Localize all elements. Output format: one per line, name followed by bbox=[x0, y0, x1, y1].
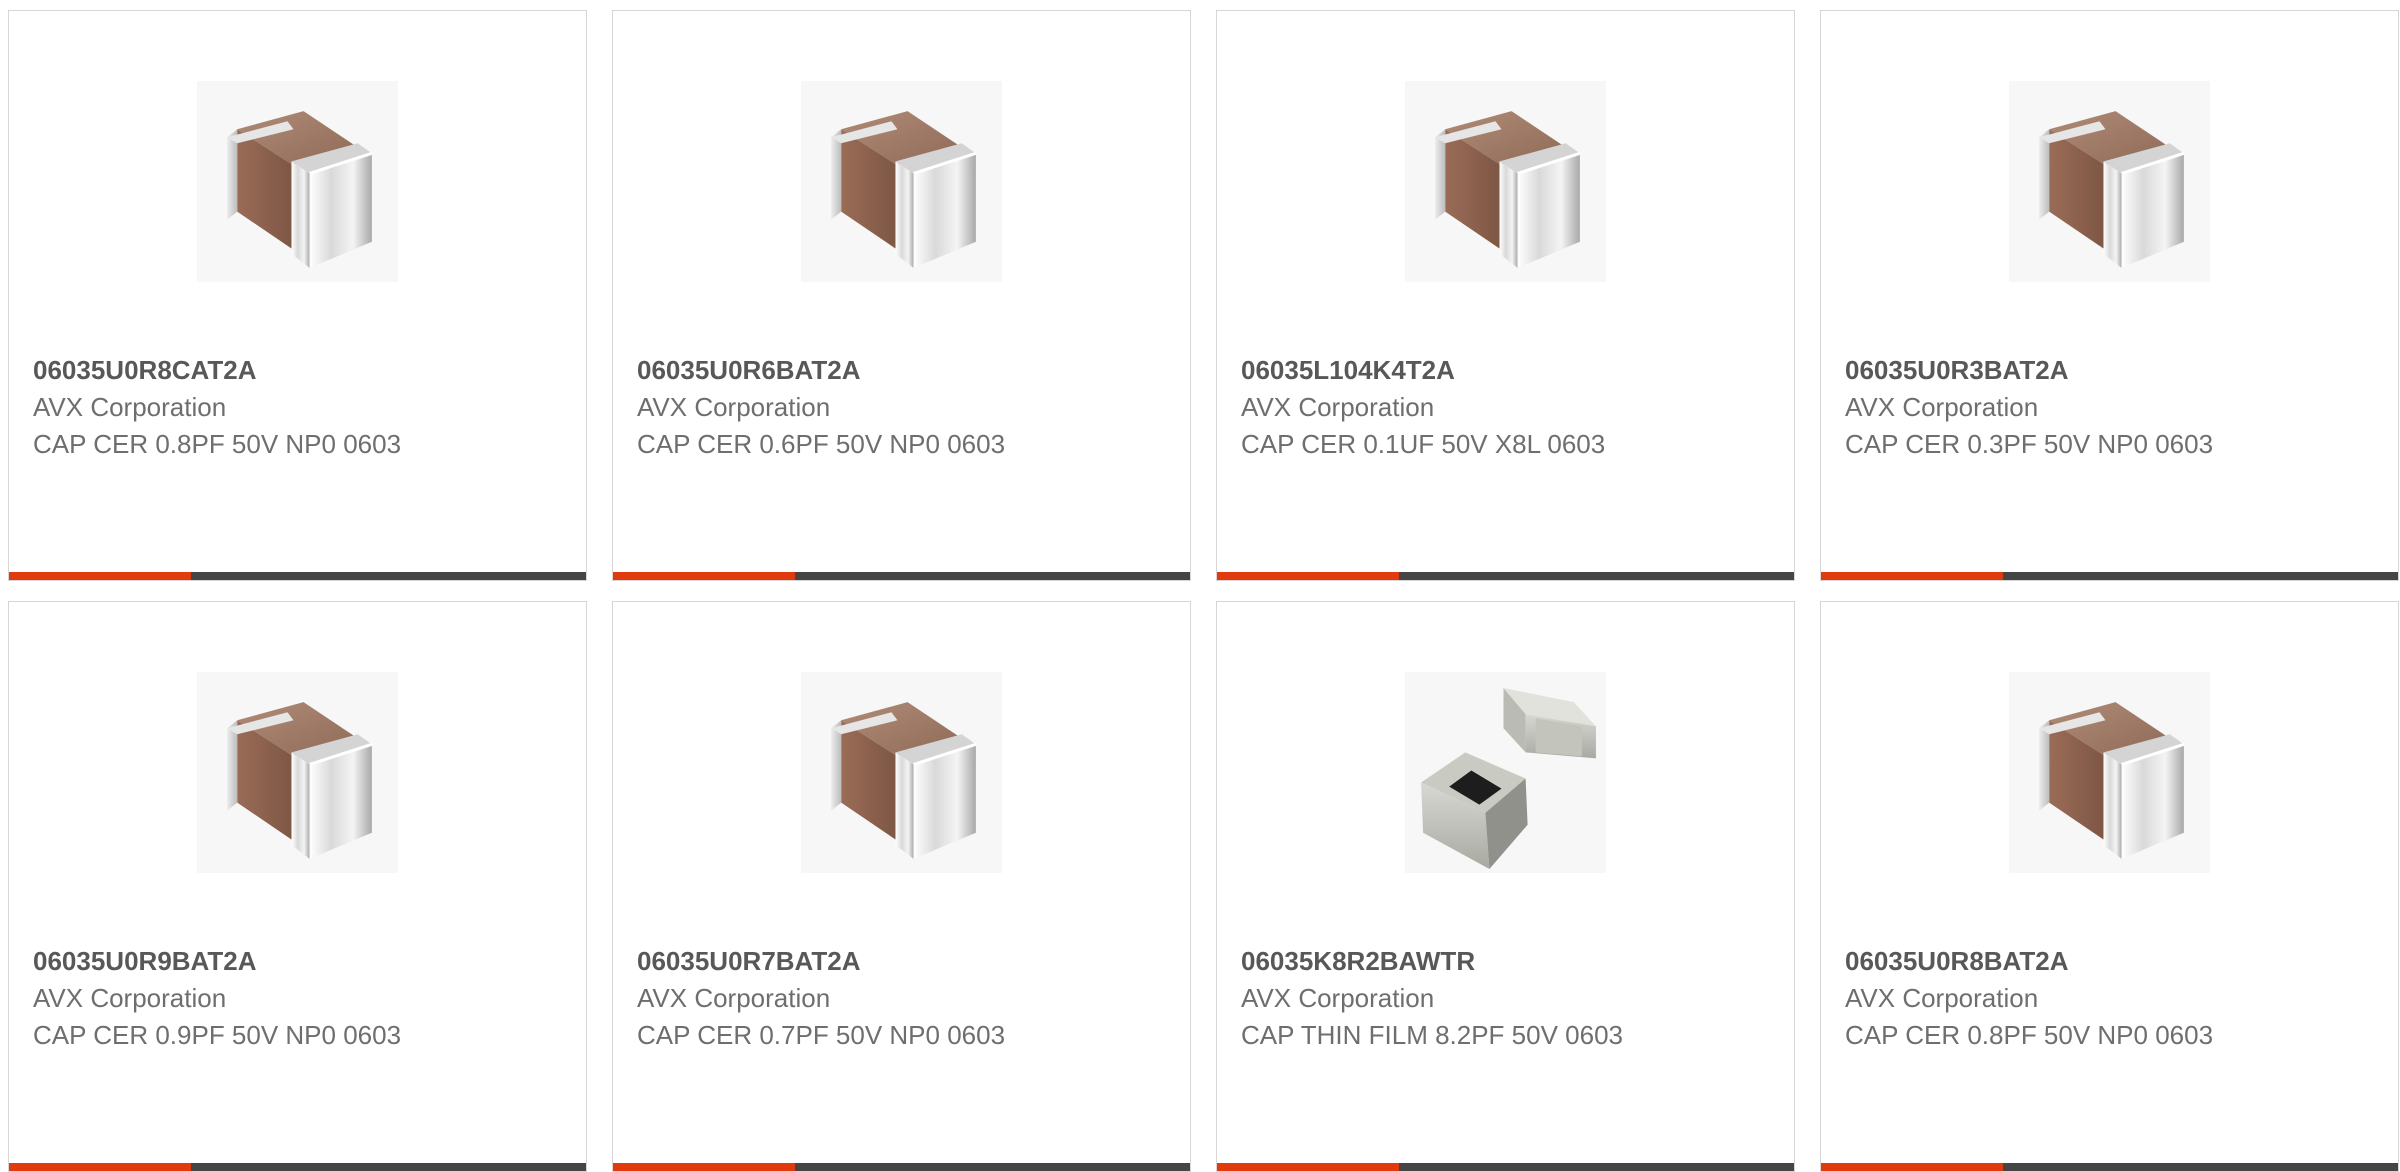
product-description: CAP CER 0.3PF 50V NP0 0603 bbox=[1845, 429, 2214, 459]
product-description: CAP THIN FILM 8.2PF 50V 0603 bbox=[1241, 1020, 1623, 1050]
product-description: CAP CER 0.6PF 50V NP0 0603 bbox=[637, 429, 1006, 459]
card-accent-bar bbox=[1217, 572, 1794, 580]
part-number[interactable]: 06035U0R3BAT2A bbox=[1845, 351, 2378, 389]
product-description: CAP CER 0.8PF 50V NP0 0603 bbox=[1845, 1020, 2214, 1050]
part-number[interactable]: 06035L104K4T2A bbox=[1241, 351, 1774, 389]
product-info: 06035U0R8BAT2A AVX Corporation CAP CER 0… bbox=[1845, 942, 2378, 1054]
product-description: CAP CER 0.7PF 50V NP0 0603 bbox=[637, 1020, 1006, 1050]
product-info: 06035U0R7BAT2A AVX Corporation CAP CER 0… bbox=[637, 942, 1170, 1054]
mlcc-capacitor-icon[interactable] bbox=[801, 672, 1002, 873]
accent-segment bbox=[613, 572, 795, 580]
manufacturer: AVX Corporation bbox=[637, 392, 831, 422]
product-card[interactable]: 06035U0R8BAT2A AVX Corporation CAP CER 0… bbox=[1820, 601, 2399, 1172]
thin-film-chip-icon[interactable] bbox=[1405, 672, 1606, 873]
product-info: 06035U0R8CAT2A AVX Corporation CAP CER 0… bbox=[33, 351, 566, 463]
product-card[interactable]: 06035U0R7BAT2A AVX Corporation CAP CER 0… bbox=[612, 601, 1191, 1172]
manufacturer: AVX Corporation bbox=[1845, 983, 2039, 1013]
product-info: 06035U0R9BAT2A AVX Corporation CAP CER 0… bbox=[33, 942, 566, 1054]
product-info: 06035U0R3BAT2A AVX Corporation CAP CER 0… bbox=[1845, 351, 2378, 463]
accent-segment bbox=[1821, 1163, 2003, 1171]
card-accent-bar bbox=[1821, 1163, 2398, 1171]
product-description: CAP CER 0.8PF 50V NP0 0603 bbox=[33, 429, 402, 459]
card-accent-bar bbox=[9, 1163, 586, 1171]
mlcc-capacitor-icon[interactable] bbox=[197, 672, 398, 873]
manufacturer: AVX Corporation bbox=[33, 983, 227, 1013]
accent-segment bbox=[9, 1163, 191, 1171]
product-card[interactable]: 06035U0R9BAT2A AVX Corporation CAP CER 0… bbox=[8, 601, 587, 1172]
accent-segment bbox=[1821, 572, 2003, 580]
part-number[interactable]: 06035U0R6BAT2A bbox=[637, 351, 1170, 389]
mlcc-capacitor-icon[interactable] bbox=[2009, 81, 2210, 282]
part-number[interactable]: 06035U0R9BAT2A bbox=[33, 942, 566, 980]
product-grid: 06035U0R8CAT2A AVX Corporation CAP CER 0… bbox=[8, 10, 2399, 1172]
card-accent-bar bbox=[1217, 1163, 1794, 1171]
mlcc-capacitor-icon[interactable] bbox=[1405, 81, 1606, 282]
product-info: 06035K8R2BAWTR AVX Corporation CAP THIN … bbox=[1241, 942, 1774, 1054]
card-accent-bar bbox=[9, 572, 586, 580]
mlcc-capacitor-icon[interactable] bbox=[197, 81, 398, 282]
card-accent-bar bbox=[613, 1163, 1190, 1171]
product-card[interactable]: 06035U0R6BAT2A AVX Corporation CAP CER 0… bbox=[612, 10, 1191, 581]
manufacturer: AVX Corporation bbox=[33, 392, 227, 422]
product-card[interactable]: 06035K8R2BAWTR AVX Corporation CAP THIN … bbox=[1216, 601, 1795, 1172]
manufacturer: AVX Corporation bbox=[1845, 392, 2039, 422]
product-description: CAP CER 0.9PF 50V NP0 0603 bbox=[33, 1020, 402, 1050]
card-accent-bar bbox=[1821, 572, 2398, 580]
manufacturer: AVX Corporation bbox=[1241, 983, 1435, 1013]
accent-segment bbox=[613, 1163, 795, 1171]
mlcc-capacitor-icon[interactable] bbox=[801, 81, 1002, 282]
product-card[interactable]: 06035U0R8CAT2A AVX Corporation CAP CER 0… bbox=[8, 10, 587, 581]
accent-segment bbox=[1217, 572, 1399, 580]
product-info: 06035L104K4T2A AVX Corporation CAP CER 0… bbox=[1241, 351, 1774, 463]
manufacturer: AVX Corporation bbox=[1241, 392, 1435, 422]
accent-segment bbox=[9, 572, 191, 580]
product-description: CAP CER 0.1UF 50V X8L 0603 bbox=[1241, 429, 1606, 459]
part-number[interactable]: 06035U0R7BAT2A bbox=[637, 942, 1170, 980]
accent-segment bbox=[1217, 1163, 1399, 1171]
part-number[interactable]: 06035U0R8BAT2A bbox=[1845, 942, 2378, 980]
part-number[interactable]: 06035K8R2BAWTR bbox=[1241, 942, 1774, 980]
mlcc-capacitor-icon[interactable] bbox=[2009, 672, 2210, 873]
product-card[interactable]: 06035L104K4T2A AVX Corporation CAP CER 0… bbox=[1216, 10, 1795, 581]
part-number[interactable]: 06035U0R8CAT2A bbox=[33, 351, 566, 389]
manufacturer: AVX Corporation bbox=[637, 983, 831, 1013]
product-card[interactable]: 06035U0R3BAT2A AVX Corporation CAP CER 0… bbox=[1820, 10, 2399, 581]
product-info: 06035U0R6BAT2A AVX Corporation CAP CER 0… bbox=[637, 351, 1170, 463]
card-accent-bar bbox=[613, 572, 1190, 580]
